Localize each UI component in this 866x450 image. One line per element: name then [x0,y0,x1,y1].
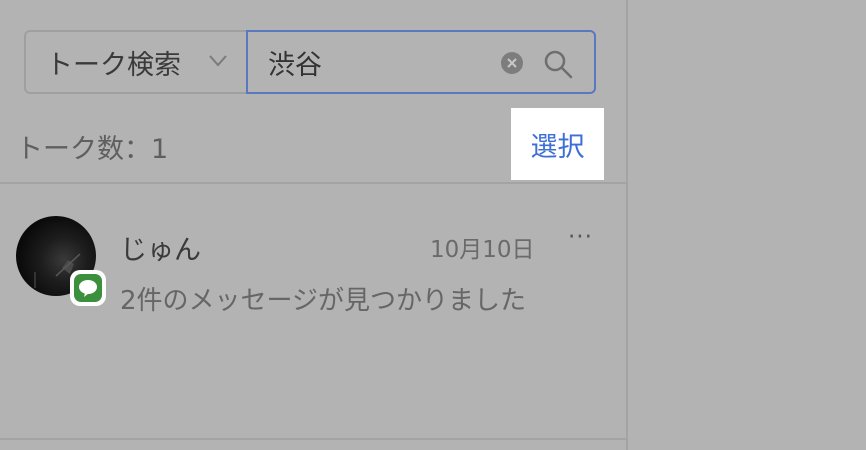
search-panel: トーク検索 トーク数：1 選択 [0,0,628,450]
result-summary: トーク数：1 選択 [0,108,628,180]
select-button[interactable]: 選択 [511,108,604,180]
search-type-dropdown[interactable]: トーク検索 [24,30,246,94]
line-badge-icon [70,270,106,306]
contact-name: じゅん [120,235,201,266]
search-field[interactable] [246,30,596,94]
talk-count: トーク数：1 [16,134,169,165]
list-item[interactable]: じゅん 10月10日 ··· 2件のメッセージが見つかりました [0,184,628,438]
divider [0,438,628,440]
match-snippet: 2件のメッセージが見つかりました [120,286,527,316]
clear-icon[interactable] [500,51,524,75]
search-icon[interactable] [542,48,574,80]
more-icon[interactable]: ··· [568,224,593,250]
search-input[interactable] [268,32,488,92]
search-bar: トーク検索 [24,30,596,94]
chevron-down-icon [209,55,227,67]
search-type-label: トーク検索 [46,49,181,81]
line-logo-icon [79,280,97,297]
message-date: 10月10日 [430,237,535,263]
